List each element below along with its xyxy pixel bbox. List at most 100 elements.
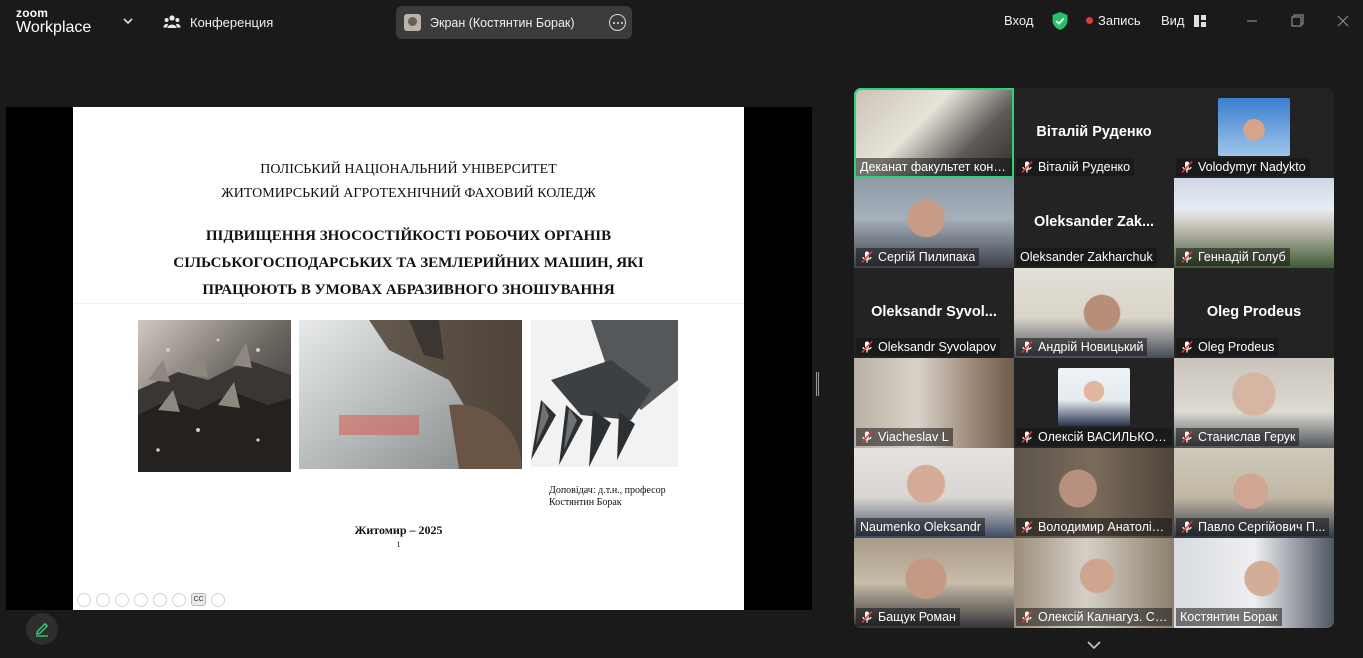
mic-muted-icon — [1020, 340, 1034, 354]
record-icon — [1086, 17, 1093, 24]
participant-name-label: Деканат факультет конс... — [856, 158, 1012, 176]
participant-tile[interactable]: Сергій Пилипака — [854, 178, 1014, 268]
slide-page-number: 1 — [396, 540, 401, 549]
slideshow-controls: CC — [77, 593, 225, 607]
participant-name: Oleg Prodeus — [1198, 340, 1275, 354]
view-label: Вид — [1161, 13, 1185, 28]
mic-muted-icon — [1180, 340, 1194, 354]
subtitles-button[interactable]: CC — [191, 593, 206, 606]
participant-name: Сергій Пилипака — [878, 250, 976, 264]
mic-muted-icon — [1020, 430, 1034, 444]
participant-tile[interactable]: Костянтин Борак — [1174, 538, 1334, 628]
participant-tile[interactable]: Віталій Руденко Віталій Руденко — [1014, 88, 1174, 178]
record-label: Запись — [1098, 13, 1141, 28]
next-slide-icon[interactable] — [96, 593, 110, 607]
pencil-icon — [36, 622, 49, 637]
screen-share-indicator[interactable]: Экран (Костянтин Борак) — [396, 6, 632, 39]
presentation-slide: ПОЛІСЬКИЙ НАЦІОНАЛЬНИЙ УНІВЕРСИТЕТ ЖИТОМ… — [73, 107, 744, 610]
chevron-down-icon[interactable] — [121, 14, 135, 28]
participant-tile[interactable]: Volodymyr Nadykto — [1174, 88, 1334, 178]
panel-resize-handle[interactable] — [816, 372, 819, 396]
shield-check-icon[interactable] — [1051, 11, 1069, 31]
record-button[interactable]: Запись — [1086, 13, 1141, 28]
participant-name: Oleksander Zakharchuk — [1020, 250, 1153, 264]
participant-name: Naumenko Oleksandr — [860, 520, 981, 534]
pen-icon[interactable] — [115, 593, 129, 607]
participant-name-label: Volodymyr Nadykto — [1176, 158, 1310, 176]
slide-title-line-1: ПІДВИЩЕННЯ ЗНОСОСТІЙКОСТІ РОБОЧИХ ОРГАНІ… — [205, 228, 612, 244]
avatar — [1218, 98, 1290, 156]
prev-slide-icon[interactable] — [77, 593, 91, 607]
close-icon[interactable] — [1334, 12, 1352, 30]
participant-tile[interactable]: Олексій Калнагуз. Су... — [1014, 538, 1174, 628]
participant-name: Віталій Руденко — [1038, 160, 1131, 174]
participants-icon — [163, 15, 181, 28]
participant-name-label: Naumenko Oleksandr — [856, 518, 985, 536]
participant-tile[interactable]: Геннадій Голуб — [1174, 178, 1334, 268]
participant-tile[interactable]: Oleksandr Syvol... Oleksandr Syvolapov — [854, 268, 1014, 358]
participant-name-label: Бащук Роман — [856, 608, 960, 626]
participant-name: Андрій Новицький — [1038, 340, 1144, 354]
participant-name: Павло Сергійович П... — [1198, 520, 1326, 534]
logo-bottom-text: Workplace — [16, 19, 92, 36]
participant-name: Деканат факультет конс... — [860, 160, 1008, 174]
slide-image-worn-plough — [299, 320, 522, 469]
participant-name: Oleksandr Syvolapov — [878, 340, 997, 354]
slide-title-line-2: СІЛЬСЬКОГОСПОДАРСЬКИХ ТА ЗЕМЛЕРИЙНИХ МАШ… — [173, 255, 644, 271]
participant-tile[interactable]: Oleg Prodeus Oleg Prodeus — [1174, 268, 1334, 358]
mic-muted-icon — [1020, 160, 1034, 174]
participant-name: Viacheslav L — [878, 430, 949, 444]
participant-name: Костянтин Борак — [1180, 610, 1278, 624]
mic-muted-icon — [1180, 430, 1194, 444]
chevron-down-icon[interactable] — [1086, 638, 1102, 652]
more-options-icon[interactable] — [609, 14, 626, 31]
minimize-icon[interactable] — [1243, 12, 1261, 30]
mic-muted-icon — [860, 340, 874, 354]
participant-display-name: Oleksander Zak... — [1033, 214, 1155, 230]
participant-name-label: Oleksander Zakharchuk — [1016, 248, 1157, 266]
participant-tile[interactable]: Володимир Анатолій... — [1014, 448, 1174, 538]
zoom-logo: zoom Workplace — [16, 7, 91, 36]
meeting-info-button[interactable]: Конференция — [163, 13, 273, 31]
mic-muted-icon — [860, 250, 874, 264]
participant-name-label: Oleg Prodeus — [1176, 338, 1279, 356]
participant-name-label: Олексій ВАСИЛЬКОВ... — [1016, 428, 1172, 446]
participant-tile[interactable]: Viacheslav L — [854, 358, 1014, 448]
annotate-button[interactable] — [26, 613, 58, 645]
participant-name-label: Павло Сергійович П... — [1176, 518, 1330, 536]
participant-name-label: Viacheslav L — [856, 428, 953, 446]
participant-tile[interactable]: Oleksander Zak... Oleksander Zakharchuk — [1014, 178, 1174, 268]
participant-name-label: Андрій Новицький — [1016, 338, 1148, 356]
slide-image-abrasive-surface — [138, 320, 291, 472]
view-button[interactable]: Вид — [1161, 13, 1207, 28]
participant-tile[interactable]: Станислав Герук — [1174, 358, 1334, 448]
zoom-icon[interactable] — [153, 593, 167, 607]
mic-muted-icon — [1180, 520, 1194, 534]
participant-name: Геннадій Голуб — [1198, 250, 1286, 264]
mic-muted-icon — [1180, 160, 1194, 174]
participant-tile[interactable]: Бащук Роман — [854, 538, 1014, 628]
participant-name: Станислав Герук — [1198, 430, 1296, 444]
avatar — [1058, 368, 1130, 426]
participant-tile[interactable]: Андрій Новицький — [1014, 268, 1174, 358]
participant-gallery: Деканат факультет конс... Віталій Руденко… — [854, 88, 1334, 628]
more-options-icon[interactable] — [211, 593, 225, 607]
participant-tile[interactable]: Павло Сергійович П... — [1174, 448, 1334, 538]
slides-grid-icon[interactable] — [134, 593, 148, 607]
slide-divider — [73, 303, 744, 304]
camera-icon[interactable] — [172, 593, 186, 607]
participant-name-label: Oleksandr Syvolapov — [856, 338, 1001, 356]
participant-name-label: Володимир Анатолій... — [1016, 518, 1172, 536]
login-button[interactable]: Вход — [1004, 13, 1033, 28]
participant-name: Volodymyr Nadykto — [1198, 160, 1306, 174]
participant-name-label: Віталій Руденко — [1016, 158, 1135, 176]
participant-tile[interactable]: Naumenko Oleksandr — [854, 448, 1014, 538]
maximize-icon[interactable] — [1288, 12, 1306, 30]
participant-tile[interactable]: Олексій ВАСИЛЬКОВ... — [1014, 358, 1174, 448]
participant-name-label: Сергій Пилипака — [856, 248, 980, 266]
participant-name-label: Костянтин Борак — [1176, 608, 1282, 626]
avatar — [404, 14, 421, 31]
participant-tile[interactable]: Деканат факультет конс... — [854, 88, 1014, 178]
participant-name: Володимир Анатолій... — [1038, 520, 1168, 534]
mic-muted-icon — [860, 430, 874, 444]
